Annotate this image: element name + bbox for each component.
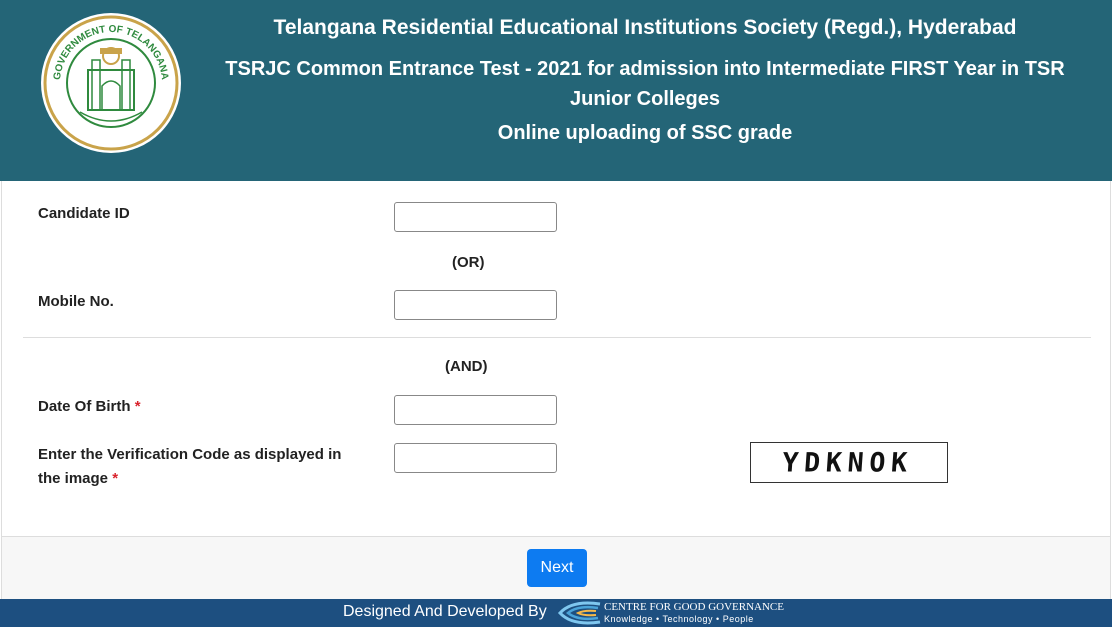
verification-code-input[interactable] — [394, 443, 557, 473]
and-separator: (AND) — [445, 358, 488, 375]
dob-label: Date Of Birth * — [38, 395, 141, 419]
page-subtitle: Online uploading of SSC grade — [497, 122, 793, 144]
verification-label: Enter the Verification Code as displayed… — [38, 443, 368, 491]
test-title: TSRJC Common Entrance Test - 2021 for ad… — [225, 58, 1065, 110]
captcha-image: YDKNOK — [750, 442, 948, 483]
credit-text: Designed And Developed By — [343, 603, 547, 620]
or-separator: (OR) — [452, 254, 485, 271]
mobile-label: Mobile No. — [38, 293, 114, 310]
cgg-logo-icon — [557, 601, 601, 625]
candidate-id-input[interactable] — [394, 202, 557, 232]
candidate-id-label: Candidate ID — [38, 205, 130, 222]
verification-label-text: Enter the Verification Code as displayed… — [38, 446, 342, 487]
mobile-input[interactable] — [394, 290, 557, 320]
credit-bar: Designed And Developed By CENTRE FOR GOO… — [0, 599, 1112, 627]
cgg-tagline: Knowledge • Technology • People — [604, 614, 754, 624]
required-mark: * — [112, 470, 119, 487]
next-button[interactable]: Next — [527, 549, 587, 587]
login-form: Candidate ID (OR) Mobile No. (AND) Date … — [1, 181, 1111, 537]
dob-label-text: Date Of Birth — [38, 398, 131, 415]
form-actions: Next — [1, 536, 1111, 599]
svg-text:YDKNOK: YDKNOK — [781, 448, 914, 479]
dob-input[interactable] — [394, 395, 557, 425]
telangana-emblem-icon: GOVERNMENT OF TELANGANA — [41, 13, 181, 153]
required-mark: * — [134, 398, 141, 415]
society-title: Telangana Residential Educational Instit… — [273, 16, 1017, 39]
cgg-name: CENTRE FOR GOOD GOVERNANCE — [604, 601, 784, 613]
section-divider — [23, 337, 1091, 338]
page-header: GOVERNMENT OF TELANGANA Telangana Reside… — [0, 0, 1112, 181]
